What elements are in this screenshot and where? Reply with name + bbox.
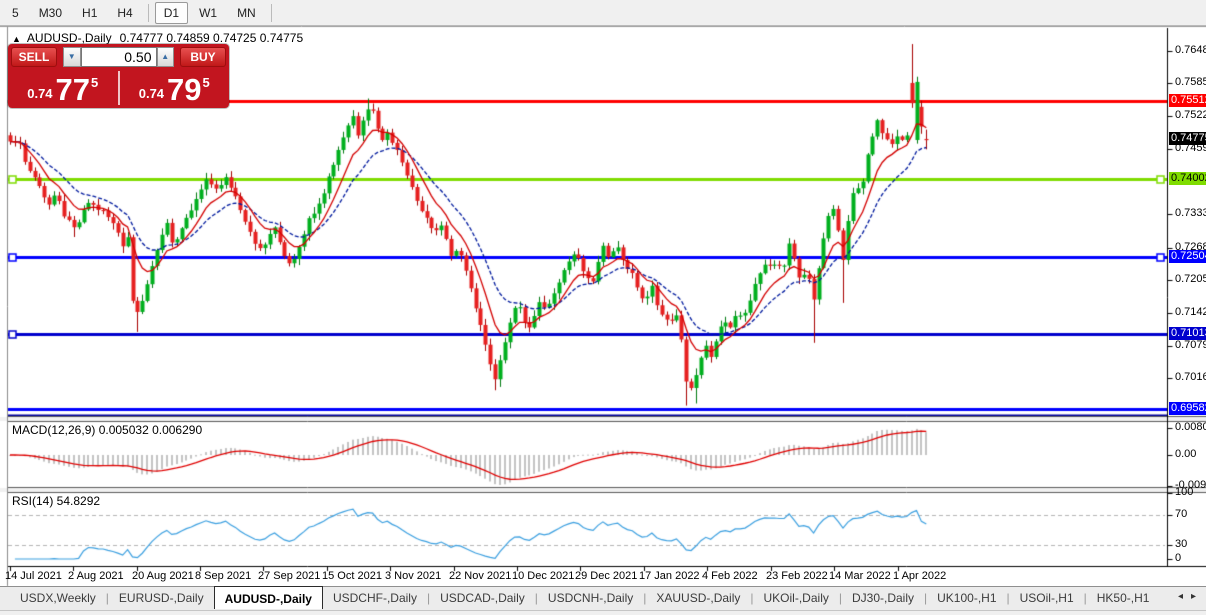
- chart-tab-usdcnh-daily[interactable]: USDCNH-,Daily: [538, 587, 643, 608]
- chart-tab-eurusd-daily[interactable]: EURUSD-,Daily: [109, 587, 214, 608]
- tab-scroll-left-icon[interactable]: ◂: [1174, 591, 1187, 602]
- chart-tab-xauusd-daily[interactable]: XAUUSD-,Daily: [646, 587, 750, 608]
- volume-input[interactable]: [80, 47, 157, 67]
- price-axis-label: 0.72055: [1175, 273, 1206, 286]
- macd-label: MACD(12,26,9) 0.005032 0.006290: [12, 423, 203, 437]
- buy-price-display[interactable]: 0.74 79 5: [120, 69, 230, 107]
- chart-tab-ukoil-daily[interactable]: UKOil-,Daily: [754, 587, 839, 608]
- chart-tab-hk50-h1[interactable]: HK50-,H1: [1087, 587, 1160, 608]
- timeframe-button-w1[interactable]: W1: [190, 2, 226, 24]
- level-price-box: 0.75512: [1169, 94, 1206, 107]
- chart-tab-bar: USDX,Weekly | EURUSD-,Daily AUDUSD-,Daily US…: [0, 586, 1206, 610]
- terminal-window: 5 M30 H1 H4 D1 W1 MN ▲ AUDUSD-,Daily 0.74777 0.7…: [0, 0, 1206, 615]
- rsi-axis-label: 30: [1175, 538, 1188, 551]
- price-axis-label: 0.70795: [1175, 338, 1206, 351]
- chart-tab-audusd-daily[interactable]: AUDUSD-,Daily: [213, 586, 323, 609]
- toolbar-separator: [147, 3, 149, 22]
- tab-scroll-right-icon[interactable]: ▸: [1187, 591, 1200, 602]
- chart-tab-usdcad-daily[interactable]: USDCAD-,Daily: [430, 587, 535, 608]
- current-price-box: 0.74775: [1169, 132, 1206, 146]
- date-axis-label: 1 Apr 2022: [893, 570, 947, 582]
- buy-price-prefix: 0.74: [138, 86, 165, 101]
- chart-tab-usdx-weekly[interactable]: USDX,Weekly: [10, 587, 106, 608]
- sell-price-pip-digit: 5: [91, 75, 99, 90]
- sell-price-display[interactable]: 0.74 77 5: [8, 69, 118, 107]
- timeframe-button-h4[interactable]: H4: [108, 2, 141, 24]
- macd-axis-label: 0.00: [1175, 448, 1197, 460]
- status-strip: [0, 610, 1206, 615]
- date-axis-label: 4 Feb 2022: [702, 570, 758, 582]
- date-axis-label: 15 Oct 2021: [322, 570, 382, 582]
- sell-button[interactable]: SELL: [11, 47, 57, 67]
- chart-tab-usoil-h1[interactable]: USOil-,H1: [1010, 587, 1084, 608]
- level-price-box: 0.72504: [1169, 250, 1206, 264]
- chart-ohlc-values: 0.74777 0.74859 0.74725 0.74775: [119, 31, 304, 45]
- timeframe-button-mn[interactable]: MN: [228, 2, 265, 24]
- rsi-axis-label: 0: [1175, 552, 1182, 564]
- buy-price-big-digits: 79: [167, 72, 202, 107]
- level-price-box: 0.71013: [1169, 327, 1206, 341]
- trade-panel-top-row: SELL ▼ ▲ BUY: [8, 44, 229, 68]
- price-axis-label: 0.75850: [1175, 76, 1206, 89]
- chart-title: ▲ AUDUSD-,Daily 0.74777 0.74859 0.74725 0.…: [12, 31, 303, 45]
- date-axis-label: 2 Aug 2021: [68, 570, 124, 582]
- chart-tab-usdchf-daily[interactable]: USDCHF-,Daily: [323, 587, 427, 608]
- date-axis-label: 22 Nov 2021: [449, 570, 512, 582]
- timeframe-toolbar: 5 M30 H1 H4 D1 W1 MN: [0, 0, 1206, 26]
- date-axis-label: 20 Aug 2021: [132, 570, 194, 582]
- timeframe-button-m30[interactable]: M30: [30, 2, 71, 24]
- date-axis-label: 27 Sep 2021: [258, 570, 321, 582]
- sell-price-big-digits: 77: [55, 72, 91, 107]
- tab-scroll-arrows: ◂ ▸: [1174, 591, 1200, 602]
- chart-tab-uk100-h1[interactable]: UK100-,H1: [927, 587, 1006, 608]
- volume-increase-button[interactable]: ▲: [156, 47, 174, 67]
- price-axis-label: 0.73330: [1175, 207, 1206, 220]
- volume-decrease-button[interactable]: ▼: [63, 47, 81, 67]
- chart-symbol-period: AUDUSD-,Daily: [26, 31, 112, 45]
- rsi-axis-label: 100: [1175, 486, 1194, 498]
- rsi-label: RSI(14) 54.8292: [12, 494, 101, 508]
- rsi-axis-label: 70: [1175, 508, 1188, 520]
- buy-button[interactable]: BUY: [180, 47, 226, 67]
- price-axis-label: 0.71425: [1175, 305, 1206, 318]
- timeframe-button-5[interactable]: 5: [3, 2, 28, 24]
- date-axis-label: 17 Jan 2022: [639, 570, 700, 582]
- date-axis-label: 3 Nov 2021: [385, 570, 442, 582]
- date-axis-label: 29 Dec 2021: [575, 570, 638, 582]
- chart-tab-dj30-daily[interactable]: DJ30-,Daily: [842, 587, 924, 608]
- timeframe-button-h1[interactable]: H1: [73, 2, 106, 24]
- buy-price-pip-digit: 5: [202, 75, 210, 90]
- date-axis-label: 14 Mar 2022: [829, 570, 891, 582]
- date-axis-label: 10 Dec 2021: [512, 570, 575, 582]
- date-axis-label: 8 Sep 2021: [195, 570, 252, 582]
- price-axis-label: 0.70165: [1175, 371, 1206, 384]
- date-axis-label: 23 Feb 2022: [766, 570, 828, 582]
- collapse-triangle-icon[interactable]: ▲: [12, 34, 21, 44]
- date-axis-label: 14 Jul 2021: [5, 570, 62, 582]
- price-axis-label: 0.76480: [1175, 43, 1206, 56]
- level-price-box: 0.69582: [1169, 401, 1206, 415]
- level-price-box: 0.74002: [1169, 172, 1206, 186]
- macd-axis-label: 0.00806: [1175, 421, 1206, 434]
- one-click-trade-panel: SELL ▼ ▲ BUY 0.74 77 5 0.74 79 5: [8, 44, 229, 108]
- timeframe-button-d1[interactable]: D1: [154, 1, 189, 24]
- toolbar-separator: [270, 3, 272, 22]
- price-axis-label: 0.75220: [1175, 109, 1206, 122]
- trade-panel-price-row: 0.74 77 5 0.74 79 5: [8, 69, 229, 107]
- sell-price-prefix: 0.74: [27, 86, 53, 101]
